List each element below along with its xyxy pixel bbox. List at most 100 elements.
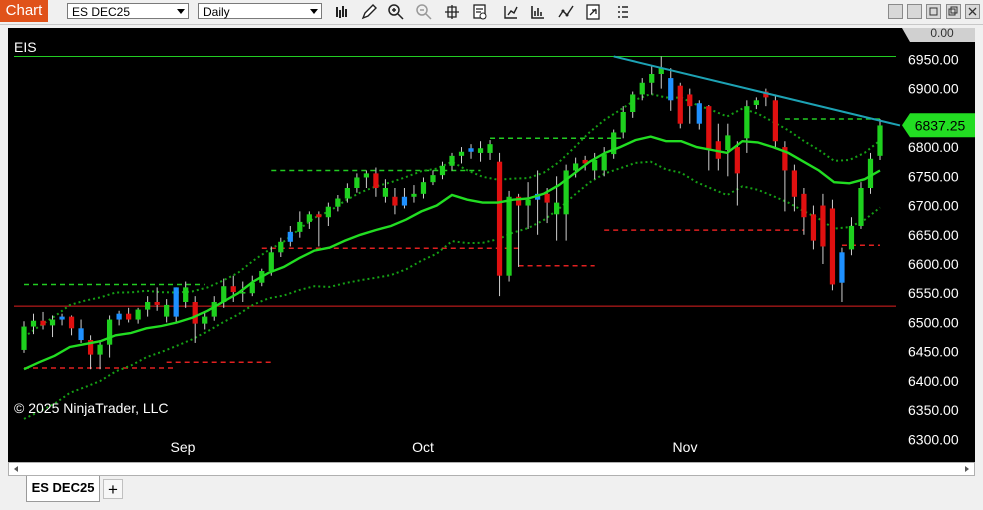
- candle: [658, 56, 664, 89]
- candle-body: [106, 319, 113, 345]
- bar-type-icon[interactable]: [333, 3, 351, 21]
- zoom-out-icon[interactable]: [415, 3, 433, 21]
- candle: [154, 287, 160, 311]
- candle-body: [877, 125, 883, 156]
- candle-body: [278, 241, 284, 253]
- add-tab-button[interactable]: +: [103, 479, 123, 499]
- close-icon[interactable]: [965, 4, 980, 19]
- candle: [164, 299, 170, 323]
- candle: [287, 226, 293, 247]
- candle-body: [49, 319, 56, 326]
- candle: [620, 106, 626, 139]
- restore-icon[interactable]: [946, 4, 961, 19]
- minimize-icon[interactable]: [907, 4, 922, 19]
- candle: [21, 321, 27, 353]
- candle: [59, 313, 65, 326]
- candle: [496, 152, 503, 297]
- candle: [715, 123, 721, 171]
- candle-body: [335, 198, 341, 207]
- candle: [687, 88, 693, 124]
- candle-body: [325, 206, 331, 218]
- candle-body: [791, 170, 798, 197]
- candle: [202, 311, 208, 330]
- price-tick-label: 6650.00: [908, 227, 959, 243]
- indicators-icon[interactable]: [502, 3, 520, 21]
- candle-body: [649, 74, 655, 83]
- price-tick-label: 6500.00: [908, 314, 959, 330]
- candle-body: [620, 112, 626, 133]
- candle-body: [373, 173, 379, 188]
- candle-body: [848, 226, 855, 250]
- interval-selector-value: Daily: [203, 5, 230, 19]
- scroll-right-icon[interactable]: [961, 463, 973, 475]
- scroll-left-icon[interactable]: [10, 463, 22, 475]
- candle-body: [268, 252, 274, 272]
- maximize-icon[interactable]: [926, 4, 941, 19]
- candle-body: [668, 78, 674, 101]
- properties-icon[interactable]: [584, 3, 602, 21]
- candle: [49, 315, 56, 338]
- candle-body: [554, 202, 560, 215]
- candle-body: [202, 316, 208, 324]
- price-axis[interactable]: 6950.006900.006850.006800.006750.006700.…: [902, 28, 975, 462]
- price-tick-label: 6900.00: [908, 81, 959, 97]
- candle-body: [706, 106, 712, 150]
- interval-selector[interactable]: Daily: [198, 3, 322, 19]
- candle-body: [477, 148, 484, 153]
- candle: [801, 188, 807, 235]
- horizontal-scrollbar[interactable]: [8, 462, 975, 476]
- drawing-tools-icon[interactable]: [557, 3, 575, 21]
- candle: [820, 193, 826, 264]
- candle-body: [145, 302, 151, 310]
- candle-body: [30, 320, 37, 327]
- candle: [829, 199, 836, 291]
- candle: [145, 296, 151, 317]
- candle-body: [230, 286, 236, 293]
- candle-body: [496, 161, 503, 276]
- pin-icon[interactable]: [888, 4, 903, 19]
- price-chart[interactable]: EIS © 2025 NinjaTrader, LLC Sep Oct Nov: [8, 28, 975, 462]
- price-tick-label: 6350.00: [908, 402, 959, 418]
- candle: [420, 177, 427, 199]
- chevron-down-icon: [310, 9, 318, 14]
- candle: [68, 315, 75, 336]
- candle: [772, 94, 778, 148]
- crosshair-icon[interactable]: [443, 3, 461, 21]
- chart-window-label[interactable]: Chart: [0, 0, 48, 22]
- candle: [40, 311, 46, 330]
- candle: [126, 307, 132, 323]
- candle-body: [183, 287, 189, 302]
- candle: [506, 190, 512, 282]
- data-box-icon[interactable]: [471, 3, 489, 21]
- candle: [706, 104, 712, 171]
- candle: [173, 287, 179, 323]
- price-tick-label: 6950.00: [908, 51, 959, 67]
- instrument-selector[interactable]: ES DEC25: [67, 3, 189, 19]
- candle: [696, 100, 702, 130]
- candle: [325, 202, 331, 226]
- candle-body: [839, 252, 845, 283]
- candle: [335, 195, 341, 212]
- drawing-pencil-icon[interactable]: [360, 3, 378, 21]
- candle-body: [316, 214, 322, 218]
- candle: [858, 182, 864, 229]
- candle-body: [164, 304, 170, 317]
- price-tick-label: 6700.00: [908, 198, 959, 214]
- zoom-in-icon[interactable]: [387, 3, 405, 21]
- price-tick-label: 6800.00: [908, 139, 959, 155]
- candle-body: [40, 320, 46, 326]
- candle: [477, 141, 484, 162]
- candle-body: [677, 85, 683, 124]
- date-tick-label: Nov: [673, 439, 698, 455]
- candle-body: [439, 165, 446, 176]
- candle: [249, 275, 255, 297]
- strategies-icon[interactable]: [529, 3, 547, 21]
- chart-toolbar: Chart ES DEC25 Daily: [0, 0, 983, 25]
- tab-es-dec25[interactable]: ES DEC25: [26, 476, 100, 502]
- candle: [306, 211, 312, 229]
- candle-body: [810, 214, 817, 241]
- candle: [867, 152, 874, 194]
- more-icon[interactable]: [614, 3, 632, 21]
- candle-body: [687, 94, 693, 107]
- chart-series: [14, 55, 901, 420]
